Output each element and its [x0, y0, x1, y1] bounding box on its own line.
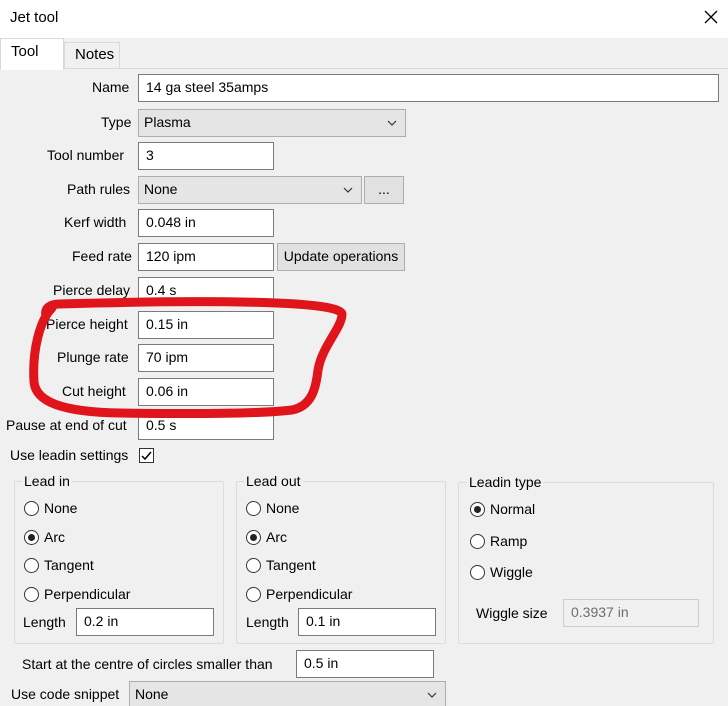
- kerf-width-field[interactable]: 0.048 in: [138, 209, 274, 237]
- title-bar: [0, 0, 728, 38]
- lead-in-option-label: Perpendicular: [44, 585, 131, 602]
- lead-in-radio-none[interactable]: [24, 501, 39, 516]
- lead-in-option-label: Arc: [44, 528, 65, 545]
- close-icon[interactable]: [702, 8, 720, 26]
- type-label: Type: [101, 114, 132, 130]
- lead-out-length-label: Length: [246, 614, 289, 630]
- type-select-value: Plasma: [144, 114, 191, 130]
- lead-in-radio-perpendicular[interactable]: [24, 586, 39, 602]
- lead-out-length-field[interactable]: 0.1 in: [298, 608, 436, 636]
- leadin-type-radio-normal[interactable]: [470, 502, 485, 517]
- feed-rate-label: Feed rate: [72, 248, 132, 264]
- use-leadin-label: Use leadin settings: [10, 447, 129, 463]
- lead-in-length-label: Length: [23, 614, 66, 630]
- tab-notes[interactable]: Notes: [64, 42, 120, 68]
- code-snippet-select[interactable]: None: [129, 681, 446, 706]
- kerf-width-label: Kerf width: [64, 214, 127, 230]
- lead-out-option-label: Arc: [266, 528, 287, 545]
- chevron-down-icon: [387, 120, 397, 126]
- code-snippet-label: Use code snippet: [11, 686, 120, 702]
- lead-in-option-label: Tangent: [44, 557, 94, 573]
- lead-out-option-label: Tangent: [266, 557, 316, 573]
- lead-out-radio-none[interactable]: [246, 501, 261, 516]
- lead-out-option-label: Perpendicular: [266, 585, 353, 602]
- lead-out-option-label: None: [266, 500, 300, 516]
- checkmark-icon: [141, 451, 152, 461]
- lead-out-radio-tangent[interactable]: [246, 558, 261, 573]
- leadin-type-option-label: Wiggle: [490, 564, 533, 580]
- path-rules-select[interactable]: None: [138, 176, 362, 204]
- chevron-down-icon: [343, 187, 353, 193]
- tool-number-field[interactable]: 3: [138, 142, 274, 170]
- name-field[interactable]: 14 ga steel 35amps: [138, 74, 719, 102]
- wiggle-size-field[interactable]: 0.3937 in: [563, 599, 699, 627]
- lead-out-radio-arc[interactable]: [246, 529, 261, 545]
- lead-out-title: Lead out: [244, 473, 303, 489]
- lead-in-option-label: None: [44, 500, 78, 516]
- wiggle-size-label: Wiggle size: [476, 605, 548, 621]
- lead-in-length-field[interactable]: 0.2 in: [76, 608, 214, 636]
- leadin-type-radio-ramp[interactable]: [470, 533, 485, 549]
- tab-tool-label: Tool: [11, 43, 39, 60]
- lead-in-radio-arc[interactable]: [24, 529, 39, 545]
- leadin-type-option-label: Ramp: [490, 532, 528, 549]
- leadin-type-option-label: Normal: [490, 501, 536, 517]
- path-rules-button[interactable]: ...: [364, 176, 404, 204]
- path-rules-label: Path rules: [67, 181, 131, 197]
- window-title: Jet tool: [10, 9, 59, 26]
- tool-number-label: Tool number: [47, 147, 125, 163]
- code-snippet-value: None: [135, 686, 169, 702]
- path-rules-value: None: [144, 181, 178, 197]
- start-centre-field[interactable]: 0.5 in: [296, 650, 434, 678]
- leadin-type-title: Leadin type: [467, 474, 544, 490]
- type-select[interactable]: Plasma: [138, 109, 406, 137]
- name-label: Name: [92, 79, 130, 95]
- chevron-down-icon: [427, 692, 437, 698]
- start-centre-label: Start at the centre of circles smaller t…: [22, 656, 273, 672]
- use-leadin-checkbox[interactable]: [139, 448, 154, 463]
- update-operations-button[interactable]: Update operations: [277, 243, 405, 271]
- lead-in-radio-tangent[interactable]: [24, 558, 39, 573]
- feed-rate-field[interactable]: 120 ipm: [138, 243, 274, 271]
- lead-in-title: Lead in: [22, 473, 72, 489]
- annotation-outline: [29, 297, 347, 419]
- tab-tool[interactable]: Tool: [0, 38, 64, 70]
- leadin-type-radio-wiggle[interactable]: [470, 565, 485, 580]
- tab-notes-label: Notes: [75, 46, 115, 63]
- lead-out-radio-perpendicular[interactable]: [246, 586, 261, 602]
